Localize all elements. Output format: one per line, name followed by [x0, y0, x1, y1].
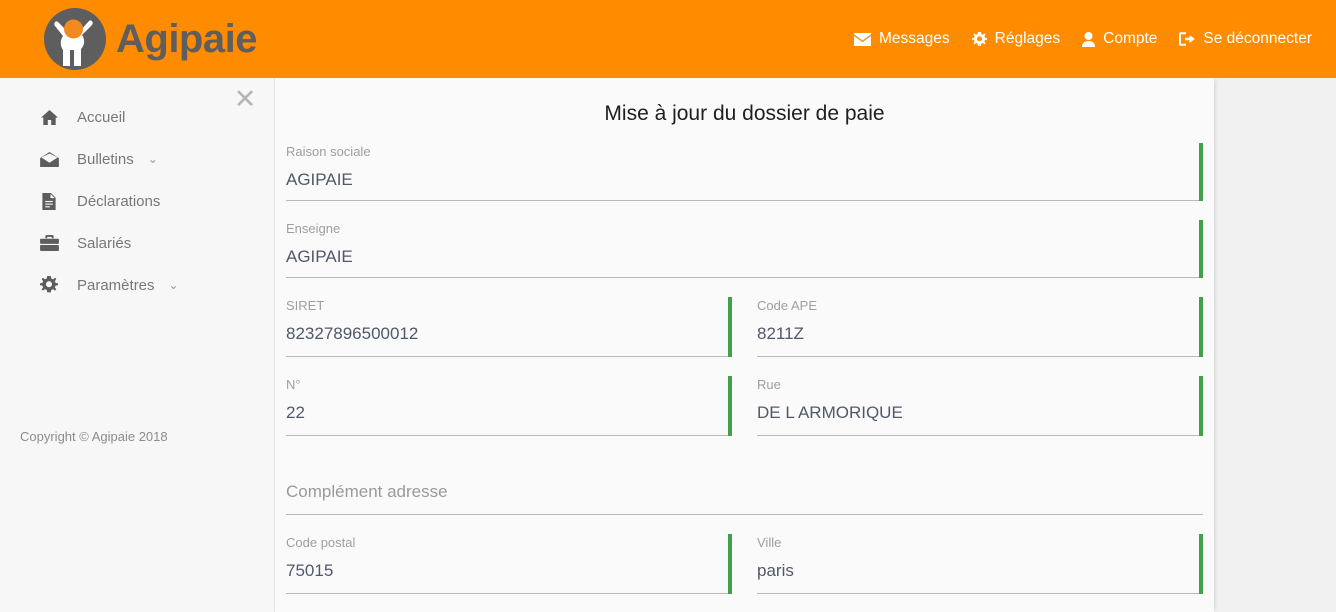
nav-item-label: Se déconnecter	[1203, 30, 1312, 47]
sidebar-menu: Accueil Bulletins ⌄ Déclarations Salarié…	[0, 96, 275, 306]
field-enseigne[interactable]: Enseigne AGIPAIE	[286, 216, 1203, 293]
agipaie-logo-icon	[40, 4, 110, 74]
sidebar-item-label: Accueil	[77, 108, 126, 126]
field-siret[interactable]: SIRET 82327896500012	[286, 293, 732, 372]
sidebar-item-bulletins[interactable]: Bulletins ⌄	[0, 138, 275, 180]
code-ape-input[interactable]: 8211Z	[757, 325, 1203, 342]
gear-icon	[971, 31, 987, 47]
field-label: Ville	[757, 535, 782, 550]
header-nav: Messages Réglages Compte Se déconnecter	[853, 30, 1312, 48]
page-title: Mise à jour du dossier de paie	[604, 102, 885, 125]
briefcase-icon	[32, 235, 66, 251]
form-row-numero-rue: N° 22 Rue DE L ARMORIQUE	[286, 372, 1203, 451]
field-raison-sociale[interactable]: Raison sociale AGIPAIE	[286, 139, 1203, 216]
chevron-down-icon: ⌄	[168, 278, 179, 292]
field-label	[286, 457, 1203, 470]
valid-indicator	[1199, 143, 1203, 201]
siret-input[interactable]: 82327896500012	[286, 325, 732, 342]
field-label: Rue	[757, 377, 781, 392]
valid-indicator	[1199, 220, 1203, 278]
numero-input[interactable]: 22	[286, 404, 732, 421]
form-row-siret-ape: SIRET 82327896500012 Code APE 8211Z	[286, 293, 1203, 372]
field-label: Enseigne	[286, 221, 341, 236]
sidebar-item-parametres[interactable]: Paramètres ⌄	[0, 264, 275, 306]
user-icon	[1082, 31, 1096, 47]
field-label: N°	[286, 377, 301, 392]
home-icon	[32, 109, 66, 125]
valid-indicator	[1199, 297, 1203, 357]
close-icon[interactable]: ✕	[228, 82, 262, 116]
field-underline	[286, 277, 1203, 278]
field-complement-adresse[interactable]: Complément adresse	[286, 451, 1203, 530]
nav-item-label: Réglages	[994, 30, 1061, 47]
envelope-icon	[853, 32, 871, 46]
copyright-text: Copyright © Agipaie 2018	[20, 429, 168, 444]
field-label: SIRET	[286, 298, 325, 313]
sidebar-item-label: Paramètres	[77, 276, 155, 294]
chevron-down-icon: ⌄	[147, 152, 158, 166]
field-numero[interactable]: N° 22	[286, 372, 732, 451]
sidebar-item-declarations[interactable]: Déclarations	[0, 180, 275, 222]
sidebar: Accueil Bulletins ⌄ Déclarations Salarié…	[0, 78, 275, 612]
field-underline	[286, 514, 1203, 515]
code-postal-input[interactable]: 75015	[286, 562, 732, 579]
field-underline	[757, 356, 1203, 357]
nav-item-se-deconnecter[interactable]: Se déconnecter	[1179, 30, 1312, 48]
sidebar-item-label: Salariés	[77, 234, 132, 252]
valid-indicator	[728, 376, 732, 436]
field-underline	[286, 435, 732, 436]
complement-adresse-input[interactable]: Complément adresse	[286, 483, 1203, 500]
file-icon	[32, 192, 66, 210]
brand-name: Agipaie	[116, 17, 257, 61]
nav-item-compte[interactable]: Compte	[1082, 30, 1157, 48]
nav-item-messages[interactable]: Messages	[853, 30, 950, 48]
field-underline	[286, 356, 732, 357]
brand-logo-link[interactable]: Agipaie	[40, 4, 257, 74]
field-underline	[286, 593, 732, 594]
form-row-complement-adresse: Complément adresse	[286, 451, 1203, 530]
rue-input[interactable]: DE L ARMORIQUE	[757, 404, 1203, 421]
ville-input[interactable]: paris	[757, 562, 1203, 579]
field-rue[interactable]: Rue DE L ARMORIQUE	[757, 372, 1203, 451]
valid-indicator	[1199, 534, 1203, 594]
field-label: Code postal	[286, 535, 356, 550]
field-ville[interactable]: Ville paris	[757, 530, 1203, 609]
enseigne-input[interactable]: AGIPAIE	[286, 248, 1203, 265]
app-header: Agipaie Messages Réglages Compte Se déco…	[0, 0, 1336, 78]
sidebar-item-salaries[interactable]: Salariés	[0, 222, 275, 264]
form-row-code-postal-ville: Code postal 75015 Ville paris	[286, 530, 1203, 609]
sign-out-icon	[1179, 32, 1196, 46]
nav-item-label: Messages	[878, 30, 950, 47]
valid-indicator	[728, 534, 732, 594]
envelope-open-icon	[32, 151, 66, 167]
form-row-enseigne: Enseigne AGIPAIE	[286, 216, 1203, 293]
field-label: Code APE	[757, 298, 817, 313]
dossier-paie-form: Raison sociale AGIPAIE Enseigne AGIPAIE …	[275, 139, 1214, 609]
nav-item-reglages[interactable]: Réglages	[971, 30, 1061, 48]
field-underline	[286, 200, 1203, 201]
raison-sociale-input[interactable]: AGIPAIE	[286, 171, 1203, 188]
field-code-ape[interactable]: Code APE 8211Z	[757, 293, 1203, 372]
nav-item-label: Compte	[1103, 30, 1158, 47]
valid-indicator	[728, 297, 732, 357]
field-underline	[757, 593, 1203, 594]
field-label: Raison sociale	[286, 144, 371, 159]
sidebar-item-label: Déclarations	[77, 192, 161, 210]
sidebar-item-label: Bulletins	[77, 150, 134, 168]
gear-icon	[32, 276, 66, 294]
field-code-postal[interactable]: Code postal 75015	[286, 530, 732, 609]
valid-indicator	[1199, 376, 1203, 436]
form-row-raison-sociale: Raison sociale AGIPAIE	[286, 139, 1203, 216]
field-underline	[757, 435, 1203, 436]
main-content: Mise à jour du dossier de paie Raison so…	[275, 78, 1214, 612]
